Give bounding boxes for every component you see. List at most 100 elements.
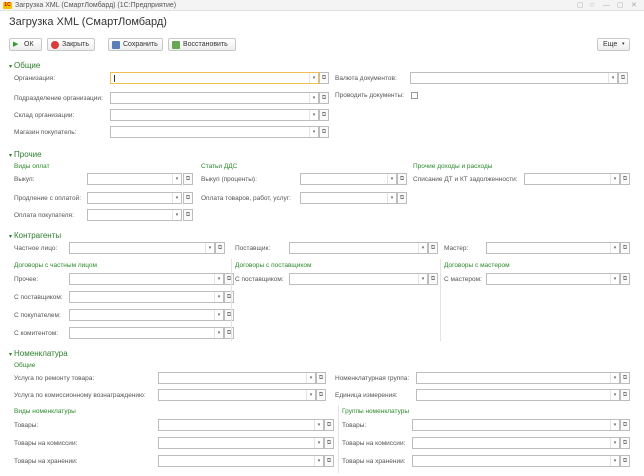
commission-service-field[interactable]: ▾: [158, 389, 316, 401]
open-icon[interactable]: ⧉: [620, 419, 630, 431]
open-icon[interactable]: ⧉: [324, 455, 334, 467]
dropdown-icon[interactable]: ▾: [309, 127, 318, 137]
supplier-field[interactable]: ▾: [289, 242, 428, 254]
buyer-payment-field[interactable]: ▾: [87, 209, 182, 221]
dropdown-icon[interactable]: ▾: [309, 73, 318, 83]
goods-storage-field[interactable]: ▾: [158, 455, 324, 467]
open-icon[interactable]: ⧉: [397, 173, 407, 185]
group-goods-field[interactable]: ▾: [412, 419, 620, 431]
more-button[interactable]: Еще ▾: [597, 38, 630, 51]
redemption-field[interactable]: ▾: [87, 173, 182, 185]
dropdown-icon[interactable]: ▾: [172, 210, 181, 220]
dropdown-icon[interactable]: ▾: [214, 292, 223, 302]
section-general[interactable]: ▾ Общие: [9, 61, 40, 72]
minimize-icon[interactable]: —: [603, 1, 610, 10]
dropdown-icon[interactable]: ▾: [314, 456, 323, 466]
open-icon[interactable]: ⧉: [319, 92, 329, 104]
open-icon[interactable]: ⧉: [620, 372, 630, 384]
close-window-icon[interactable]: ✕: [631, 1, 637, 10]
open-icon[interactable]: ⧉: [620, 389, 630, 401]
section-counterparties[interactable]: ▾ Контрагенты: [9, 231, 61, 242]
group-goods-commission-field[interactable]: ▾: [412, 437, 620, 449]
open-icon[interactable]: ⧉: [620, 173, 630, 185]
warehouse-field[interactable]: ▾: [110, 109, 319, 121]
open-icon[interactable]: ⧉: [183, 173, 193, 185]
dropdown-icon[interactable]: ▾: [214, 274, 223, 284]
dropdown-icon[interactable]: ▾: [610, 438, 619, 448]
master-field[interactable]: ▾: [486, 242, 620, 254]
with-consignor-field[interactable]: ▾: [69, 327, 224, 339]
other-contract-field[interactable]: ▾: [69, 273, 224, 285]
open-icon[interactable]: ⧉: [428, 273, 438, 285]
section-other[interactable]: ▾ Прочие: [9, 150, 42, 161]
group-goods-storage-field[interactable]: ▾: [412, 455, 620, 467]
dropdown-icon[interactable]: ▾: [610, 174, 619, 184]
open-icon[interactable]: ⧉: [316, 389, 326, 401]
dropdown-icon[interactable]: ▾: [608, 73, 617, 83]
currency-field[interactable]: ▾: [410, 72, 618, 84]
open-icon[interactable]: ⧉: [620, 437, 630, 449]
restore-button[interactable]: Восстановить: [168, 38, 236, 51]
open-icon[interactable]: ⧉: [324, 419, 334, 431]
dropdown-icon[interactable]: ▾: [418, 274, 427, 284]
supplier-contract-field[interactable]: ▾: [289, 273, 428, 285]
dropdown-icon[interactable]: ▾: [610, 456, 619, 466]
dropdown-icon[interactable]: ▾: [205, 243, 214, 253]
dropdown-icon[interactable]: ▾: [214, 310, 223, 320]
open-icon[interactable]: ⧉: [620, 242, 630, 254]
redemption-interest-field[interactable]: ▾: [300, 173, 397, 185]
dropdown-icon[interactable]: ▾: [387, 174, 396, 184]
dropdown-icon[interactable]: ▾: [610, 390, 619, 400]
open-icon[interactable]: ⧉: [319, 126, 329, 138]
dropdown-icon[interactable]: ▾: [314, 438, 323, 448]
section-nomenclature[interactable]: ▾ Номенклатура: [9, 349, 68, 360]
open-icon[interactable]: ⧉: [428, 242, 438, 254]
open-icon[interactable]: ⧉: [397, 192, 407, 204]
dropdown-icon[interactable]: ▾: [309, 110, 318, 120]
with-master-field[interactable]: ▾: [486, 273, 620, 285]
open-icon[interactable]: ⧉: [224, 309, 234, 321]
with-supplier-field[interactable]: ▾: [69, 291, 224, 303]
dropdown-icon[interactable]: ▾: [610, 420, 619, 430]
link-icon[interactable]: ▢: [577, 1, 584, 10]
open-icon[interactable]: ⧉: [224, 273, 234, 285]
dropdown-icon[interactable]: ▾: [309, 93, 318, 103]
open-icon[interactable]: ⧉: [319, 72, 329, 84]
dropdown-icon[interactable]: ▾: [306, 390, 315, 400]
dropdown-icon[interactable]: ▾: [214, 328, 223, 338]
nom-group-field[interactable]: ▾: [416, 372, 620, 384]
open-icon[interactable]: ⧉: [324, 437, 334, 449]
dropdown-icon[interactable]: ▾: [610, 274, 619, 284]
open-icon[interactable]: ⧉: [224, 327, 234, 339]
dropdown-icon[interactable]: ▾: [306, 373, 315, 383]
organization-field[interactable]: ▾: [110, 72, 319, 84]
goods-commission-field[interactable]: ▾: [158, 437, 324, 449]
open-icon[interactable]: ⧉: [618, 72, 628, 84]
open-icon[interactable]: ⧉: [620, 273, 630, 285]
open-icon[interactable]: ⧉: [620, 455, 630, 467]
open-icon[interactable]: ⧉: [316, 372, 326, 384]
dropdown-icon[interactable]: ▾: [418, 243, 427, 253]
goods-field[interactable]: ▾: [158, 419, 324, 431]
dropdown-icon[interactable]: ▾: [610, 373, 619, 383]
individual-field[interactable]: ▾: [69, 242, 215, 254]
maximize-icon[interactable]: ▢: [617, 1, 624, 10]
buyer-store-field[interactable]: ▾: [110, 126, 319, 138]
write-off-field[interactable]: ▾: [524, 173, 620, 185]
open-icon[interactable]: ⧉: [183, 192, 193, 204]
repair-service-field[interactable]: ▾: [158, 372, 316, 384]
dropdown-icon[interactable]: ▾: [172, 193, 181, 203]
dropdown-icon[interactable]: ▾: [610, 243, 619, 253]
extension-field[interactable]: ▾: [87, 192, 182, 204]
dropdown-icon[interactable]: ▾: [172, 174, 181, 184]
close-button[interactable]: Закрыть: [47, 38, 95, 51]
with-buyer-field[interactable]: ▾: [69, 309, 224, 321]
unit-field[interactable]: ▾: [416, 389, 620, 401]
save-button[interactable]: Сохранить: [108, 38, 163, 51]
open-icon[interactable]: ⧉: [319, 109, 329, 121]
ok-button[interactable]: ▶ ОК: [9, 38, 42, 51]
open-icon[interactable]: ⧉: [183, 209, 193, 221]
post-docs-checkbox[interactable]: [411, 92, 418, 99]
open-icon[interactable]: ⧉: [224, 291, 234, 303]
goods-payment-field[interactable]: ▾: [300, 192, 397, 204]
